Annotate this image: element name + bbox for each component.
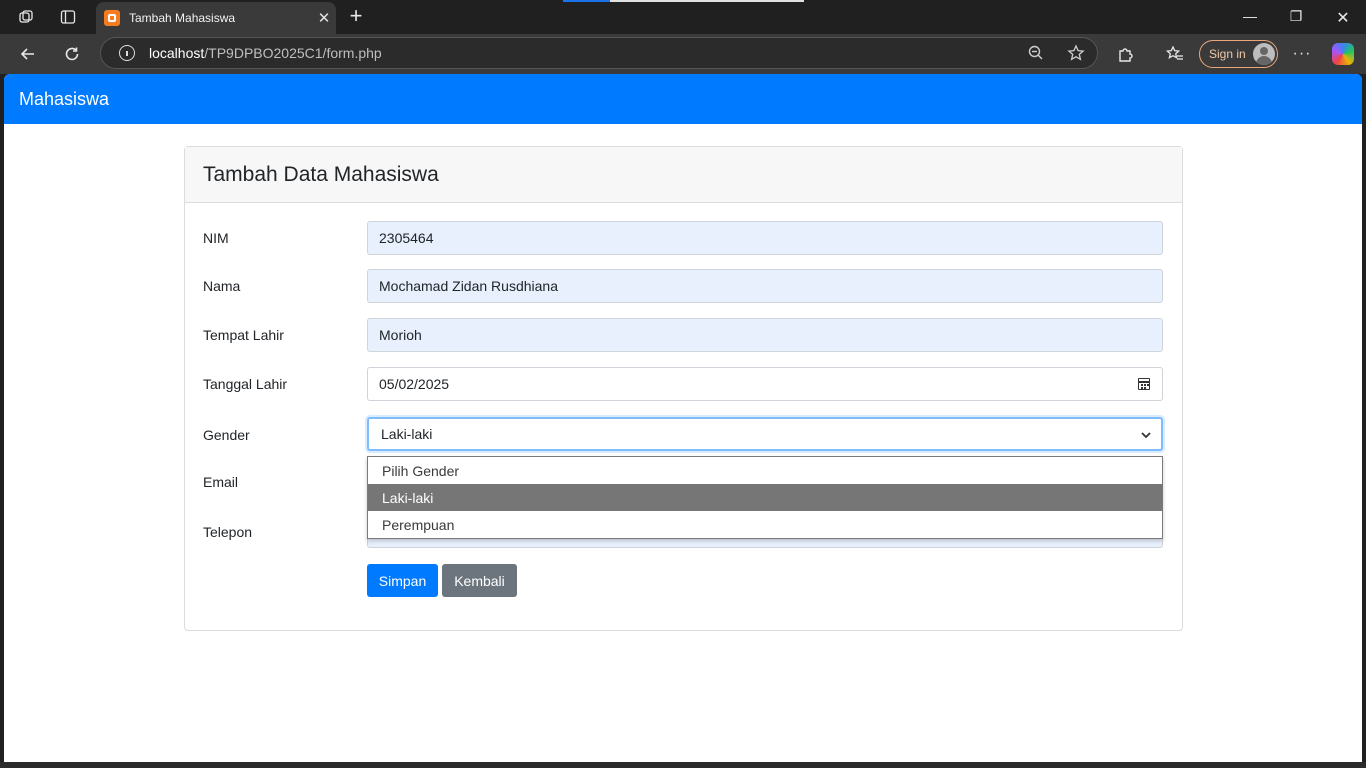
app-navbar: Mahasiswa	[4, 74, 1362, 124]
tanggal-lahir-label: Tanggal Lahir	[203, 376, 288, 392]
nama-row: Nama Mochamad Zidan Rusdhiana	[203, 269, 1163, 305]
tempat-lahir-label: Tempat Lahir	[203, 327, 284, 343]
tanggal-lahir-row: Tanggal Lahir 05/02/2025	[203, 367, 1163, 403]
back-arrow-icon[interactable]	[16, 42, 40, 66]
gender-option-perempuan[interactable]: Perempuan	[368, 511, 1162, 538]
gender-selected-value: Laki-laki	[381, 426, 433, 442]
nim-input[interactable]: 2305464	[367, 221, 1163, 255]
more-menu-icon[interactable]: ···	[1290, 42, 1314, 66]
tempat-lahir-row: Tempat Lahir Morioh	[203, 318, 1163, 354]
back-button[interactable]: Kembali	[442, 564, 517, 597]
nama-label: Nama	[203, 278, 241, 294]
loading-track	[610, 0, 804, 2]
loading-indicator	[563, 0, 610, 2]
nama-input[interactable]: Mochamad Zidan Rusdhiana	[367, 269, 1163, 303]
profile-avatar-icon	[1253, 43, 1275, 65]
telepon-label: Telepon	[203, 524, 253, 540]
restore-icon[interactable]: ❐	[1284, 8, 1308, 25]
gender-dropdown-list: Pilih Gender Laki-laki Perempuan	[367, 456, 1163, 539]
page-title: Tambah Data Mahasiswa	[203, 162, 439, 186]
new-tab-icon[interactable]: +	[344, 5, 368, 27]
tab-active[interactable]: Tambah Mahasiswa ✕	[96, 2, 336, 34]
tempat-lahir-input[interactable]: Morioh	[367, 318, 1163, 352]
copilot-icon[interactable]	[1332, 43, 1354, 65]
extensions-icon[interactable]	[1114, 42, 1138, 66]
nim-label: NIM	[203, 230, 229, 246]
minimize-icon[interactable]: —	[1238, 8, 1262, 24]
close-window-icon[interactable]: ✕	[1331, 8, 1355, 28]
refresh-icon[interactable]	[60, 42, 84, 66]
tanggal-lahir-value: 05/02/2025	[379, 376, 450, 392]
gender-option-laki-laki[interactable]: Laki-laki	[368, 484, 1162, 511]
save-button[interactable]: Simpan	[367, 564, 438, 597]
favorite-star-icon[interactable]	[1067, 44, 1085, 62]
page-viewport: Mahasiswa Tambah Data Mahasiswa NIM 2305…	[4, 74, 1362, 762]
workspaces-icon[interactable]	[14, 6, 38, 28]
email-label: Email	[203, 474, 239, 490]
zoom-out-icon[interactable]	[1027, 44, 1045, 62]
favorites-icon[interactable]	[1163, 42, 1187, 66]
site-info-icon[interactable]	[119, 45, 135, 61]
calendar-icon[interactable]	[1138, 378, 1150, 390]
vertical-tabs-icon[interactable]	[56, 6, 80, 28]
url-text: localhost/TP9DPBO2025C1/form.php	[149, 45, 382, 61]
chevron-down-icon	[1141, 428, 1151, 442]
taskbar-edge	[0, 762, 1366, 768]
actions-row: Simpan Kembali	[203, 564, 1163, 600]
navbar-brand[interactable]: Mahasiswa	[19, 89, 109, 110]
gender-row: Gender Laki-laki	[203, 417, 1163, 453]
browser-tab-strip: Tambah Mahasiswa ✕ + — ❐ ✕	[0, 0, 1366, 34]
gender-option-placeholder[interactable]: Pilih Gender	[368, 457, 1162, 484]
gender-label: Gender	[203, 427, 250, 443]
gender-select[interactable]: Laki-laki	[367, 417, 1163, 451]
tab-title: Tambah Mahasiswa	[129, 11, 236, 25]
card-header: Tambah Data Mahasiswa	[185, 147, 1182, 203]
xampp-favicon-icon	[104, 10, 120, 26]
address-bar[interactable]: localhost/TP9DPBO2025C1/form.php	[100, 37, 1098, 69]
sign-in-button[interactable]: Sign in	[1199, 40, 1278, 68]
tanggal-lahir-input[interactable]: 05/02/2025	[367, 367, 1163, 401]
browser-toolbar: localhost/TP9DPBO2025C1/form.php Sign in…	[0, 34, 1366, 74]
form-card: Tambah Data Mahasiswa NIM 2305464 Nama M…	[184, 146, 1183, 631]
nim-row: NIM 2305464	[203, 221, 1163, 257]
close-tab-icon[interactable]: ✕	[312, 9, 336, 27]
